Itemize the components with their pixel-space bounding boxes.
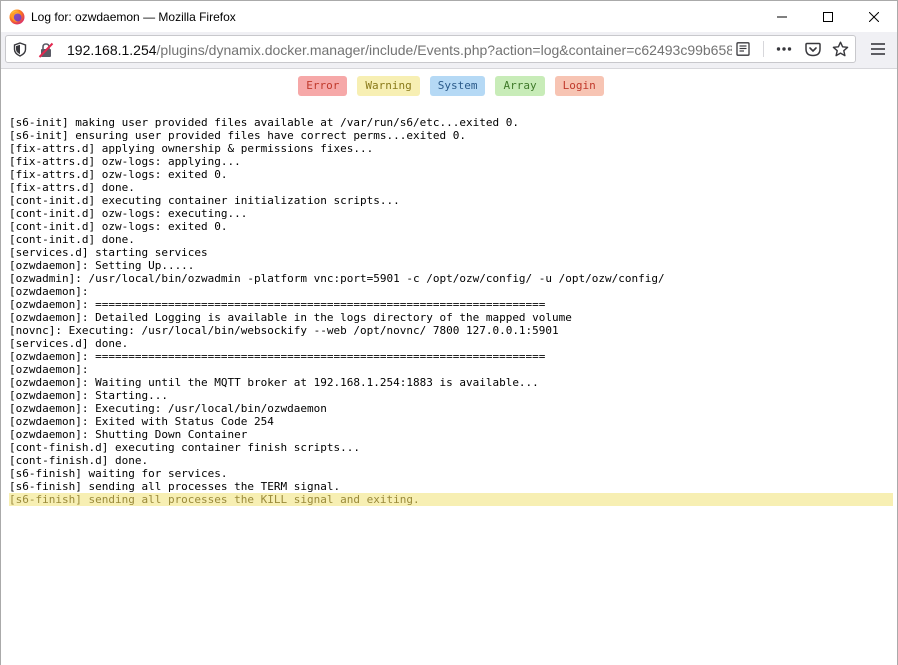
log-output: [s6-init] making user provided files ava… (9, 116, 893, 506)
log-line: [ozwdaemon]: Executing: /usr/local/bin/o… (9, 402, 327, 415)
navigation-toolbar: 192.168.1.254/plugins/dynamix.docker.man… (1, 32, 897, 69)
log-line: [ozwdaemon]: Waiting until the MQTT brok… (9, 376, 539, 389)
window-title: Log for: ozwdaemon — Mozilla Firefox (31, 9, 236, 24)
log-line: [s6-init] making user provided files ava… (9, 116, 519, 129)
minimize-icon (777, 16, 787, 17)
filter-system-button[interactable]: System (429, 76, 486, 96)
log-line: [ozwdaemon]: Starting... (9, 389, 168, 402)
log-line: [fix-attrs.d] ozw-logs: applying... (9, 155, 241, 168)
log-line: [fix-attrs.d] done. (9, 181, 135, 194)
log-line: [ozwdaemon]: Detailed Logging is availab… (9, 311, 572, 324)
filter-login-button[interactable]: Login (554, 76, 604, 96)
log-line: [novnc]: Executing: /usr/local/bin/webso… (9, 324, 559, 337)
minimize-button[interactable] (759, 1, 805, 32)
reader-view-icon[interactable] (736, 42, 750, 61)
firefox-logo-icon (9, 9, 25, 25)
log-filter-bar: Error Warning System Array Login (1, 76, 898, 96)
filter-error-button[interactable]: Error (298, 76, 348, 96)
maximize-button[interactable] (805, 1, 851, 32)
log-line: [fix-attrs.d] ozw-logs: exited 0. (9, 168, 228, 181)
shield-icon[interactable] (13, 42, 27, 62)
log-line: [s6-init] ensuring user provided files h… (9, 129, 466, 142)
log-line: [ozwdaemon]: (9, 363, 89, 376)
insecure-lock-icon[interactable] (38, 42, 54, 63)
log-line: [cont-init.d] ozw-logs: executing... (9, 207, 248, 220)
bookmark-star-icon[interactable] (832, 41, 849, 63)
log-line: [s6-finish] sending all processes the KI… (9, 493, 893, 506)
page-actions-more-icon[interactable] (776, 42, 792, 61)
log-line: [fix-attrs.d] applying ownership & permi… (9, 142, 374, 155)
log-line: [ozwdaemon]: Exited with Status Code 254 (9, 415, 274, 428)
pocket-icon[interactable] (805, 42, 821, 62)
close-icon (869, 11, 879, 22)
log-line: [ozwdaemon]: Shutting Down Container (9, 428, 248, 441)
log-line: [ozwdaemon]: ===========================… (9, 298, 546, 311)
window-titlebar: Log for: ozwdaemon — Mozilla Firefox (1, 1, 897, 32)
log-line: [ozwadmin]: /usr/local/bin/ozwadmin -pla… (9, 272, 665, 285)
log-line: [ozwdaemon]: ===========================… (9, 350, 546, 363)
url-path: /plugins/dynamix.docker.manager/include/… (156, 42, 732, 58)
log-line: [services.d] starting services (9, 246, 208, 259)
log-line: [services.d] done. (9, 337, 129, 350)
log-line: [cont-finish.d] done. (9, 454, 149, 467)
log-line: [s6-finish] sending all processes the TE… (9, 480, 341, 493)
page-content: Error Warning System Array Login [s6-init] m… (1, 69, 897, 665)
urlbar-separator (763, 41, 764, 57)
log-line: [s6-finish] waiting for services. (9, 467, 228, 480)
url-bar[interactable]: 192.168.1.254/plugins/dynamix.docker.man… (5, 35, 856, 63)
filter-array-button[interactable]: Array (495, 76, 545, 96)
url-text[interactable]: 192.168.1.254/plugins/dynamix.docker.man… (67, 42, 732, 58)
log-line: [cont-finish.d] executing container fini… (9, 441, 360, 454)
log-line: [cont-init.d] executing container initia… (9, 194, 400, 207)
log-line: [ozwdaemon]: Setting Up..... (9, 259, 195, 272)
close-window-button[interactable] (851, 1, 897, 32)
maximize-icon (823, 11, 833, 22)
log-line: [ozwdaemon]: (9, 285, 89, 298)
url-host: 192.168.1.254 (67, 42, 157, 58)
hamburger-menu-icon[interactable] (871, 42, 885, 60)
log-line: [cont-init.d] ozw-logs: exited 0. (9, 220, 228, 233)
log-line: [cont-init.d] done. (9, 233, 135, 246)
filter-warning-button[interactable]: Warning (357, 76, 420, 96)
